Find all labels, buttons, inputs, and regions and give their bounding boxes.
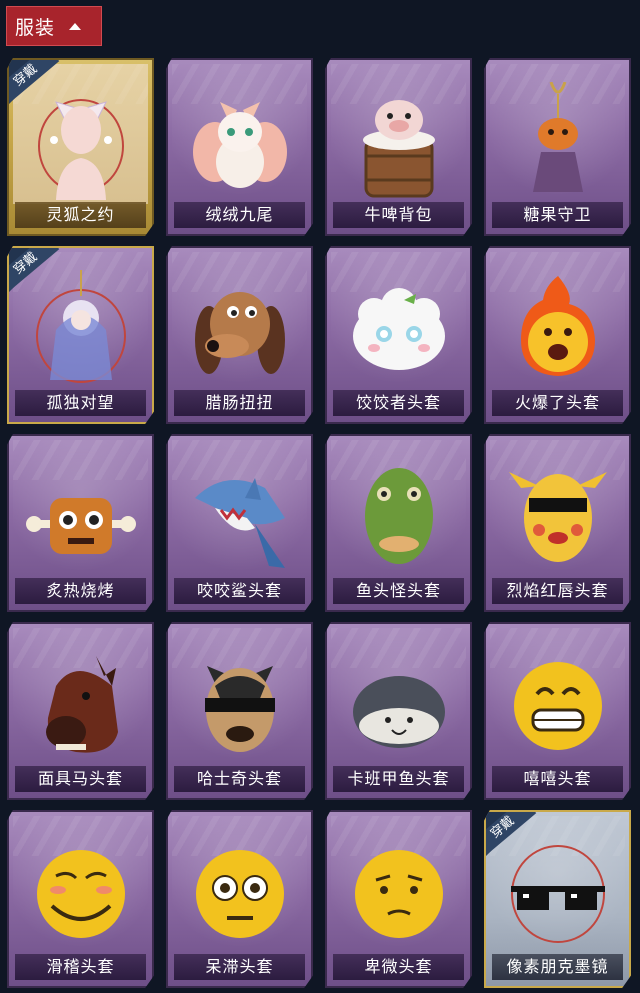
- outfit-name: 孤独对望: [15, 390, 146, 416]
- outfit-card[interactable]: 穿戴 孤独对望: [7, 246, 154, 424]
- fish-blob-head-icon: [352, 676, 445, 748]
- stare-emoji-icon: [195, 850, 284, 938]
- funny-emoji-icon: [36, 850, 125, 938]
- outfit-card[interactable]: 鱼头怪头套: [325, 434, 472, 612]
- outfit-card[interactable]: 嘻嘻头套: [484, 622, 631, 800]
- shark-head-icon: [194, 478, 285, 568]
- outfit-grid: 穿戴 灵狐之约 绒绒九尾 牛啤背包 糖果守卫 穿戴 孤独对望 腊肠扭扭 饺饺者头…: [7, 58, 633, 988]
- pumpkin-charm-icon: [532, 82, 583, 192]
- bbq-meat-icon: [25, 498, 136, 554]
- husky-head-icon: [204, 666, 275, 752]
- grin-emoji-icon: [513, 662, 602, 750]
- outfit-name: 火爆了头套: [492, 390, 623, 416]
- fire-head-icon: [520, 276, 595, 376]
- outfit-card[interactable]: 卡班甲鱼头套: [325, 622, 472, 800]
- outfit-name: 咬咬鲨头套: [174, 578, 305, 604]
- outfit-name: 腊肠扭扭: [174, 390, 305, 416]
- outfit-card[interactable]: 咬咬鲨头套: [166, 434, 313, 612]
- outfit-card[interactable]: 炙热烧烤: [7, 434, 154, 612]
- dumpling-head-icon: [352, 288, 445, 370]
- outfit-name: 饺饺者头套: [333, 390, 464, 416]
- outfit-name: 呆滞头套: [174, 954, 305, 980]
- outfit-card[interactable]: 穿戴 像素朋克墨镜: [484, 810, 631, 988]
- outfit-name: 卑微头套: [333, 954, 464, 980]
- yellow-mask-icon: [508, 472, 607, 562]
- humble-emoji-icon: [354, 850, 443, 938]
- outfit-card[interactable]: 牛啤背包: [325, 58, 472, 236]
- outfit-card[interactable]: 糖果守卫: [484, 58, 631, 236]
- outfit-name: 滑稽头套: [15, 954, 146, 980]
- outfit-name: 糖果守卫: [492, 202, 623, 228]
- outfit-name: 卡班甲鱼头套: [333, 766, 464, 792]
- outfit-card[interactable]: 穿戴 灵狐之约: [7, 58, 154, 236]
- outfit-name: 牛啤背包: [333, 202, 464, 228]
- outfit-name: 绒绒九尾: [174, 202, 305, 228]
- outfit-name: 哈士奇头套: [174, 766, 305, 792]
- outfit-name: 烈焰红唇头套: [492, 578, 623, 604]
- outfit-card[interactable]: 烈焰红唇头套: [484, 434, 631, 612]
- fish-head-icon: [364, 468, 433, 564]
- outfit-card[interactable]: 哈士奇头套: [166, 622, 313, 800]
- outfit-name: 像素朋克墨镜: [492, 954, 623, 980]
- outfit-card[interactable]: 火爆了头套: [484, 246, 631, 424]
- chevron-up-icon: [69, 22, 82, 30]
- outfit-card[interactable]: 饺饺者头套: [325, 246, 472, 424]
- outfit-tab-label: 服装: [15, 16, 56, 39]
- outfit-name: 嘻嘻头套: [492, 766, 623, 792]
- outfit-name: 灵狐之约: [15, 202, 146, 228]
- outfit-card[interactable]: 面具马头套: [7, 622, 154, 800]
- horse-head-icon: [45, 656, 118, 753]
- outfit-card[interactable]: 卑微头套: [325, 810, 472, 988]
- outfit-card[interactable]: 呆滞头套: [166, 810, 313, 988]
- nine-tail-fox-icon: [192, 102, 287, 188]
- outfit-card[interactable]: 腊肠扭扭: [166, 246, 313, 424]
- outfit-name: 鱼头怪头套: [333, 578, 464, 604]
- dachshund-head-icon: [194, 292, 285, 374]
- cow-barrel-backpack-icon: [362, 100, 435, 198]
- outfit-name: 面具马头套: [15, 766, 146, 792]
- outfit-card[interactable]: 滑稽头套: [7, 810, 154, 988]
- outfit-card[interactable]: 绒绒九尾: [166, 58, 313, 236]
- outfit-name: 炙热烧烤: [15, 578, 146, 604]
- outfit-tab[interactable]: 服装: [6, 6, 102, 46]
